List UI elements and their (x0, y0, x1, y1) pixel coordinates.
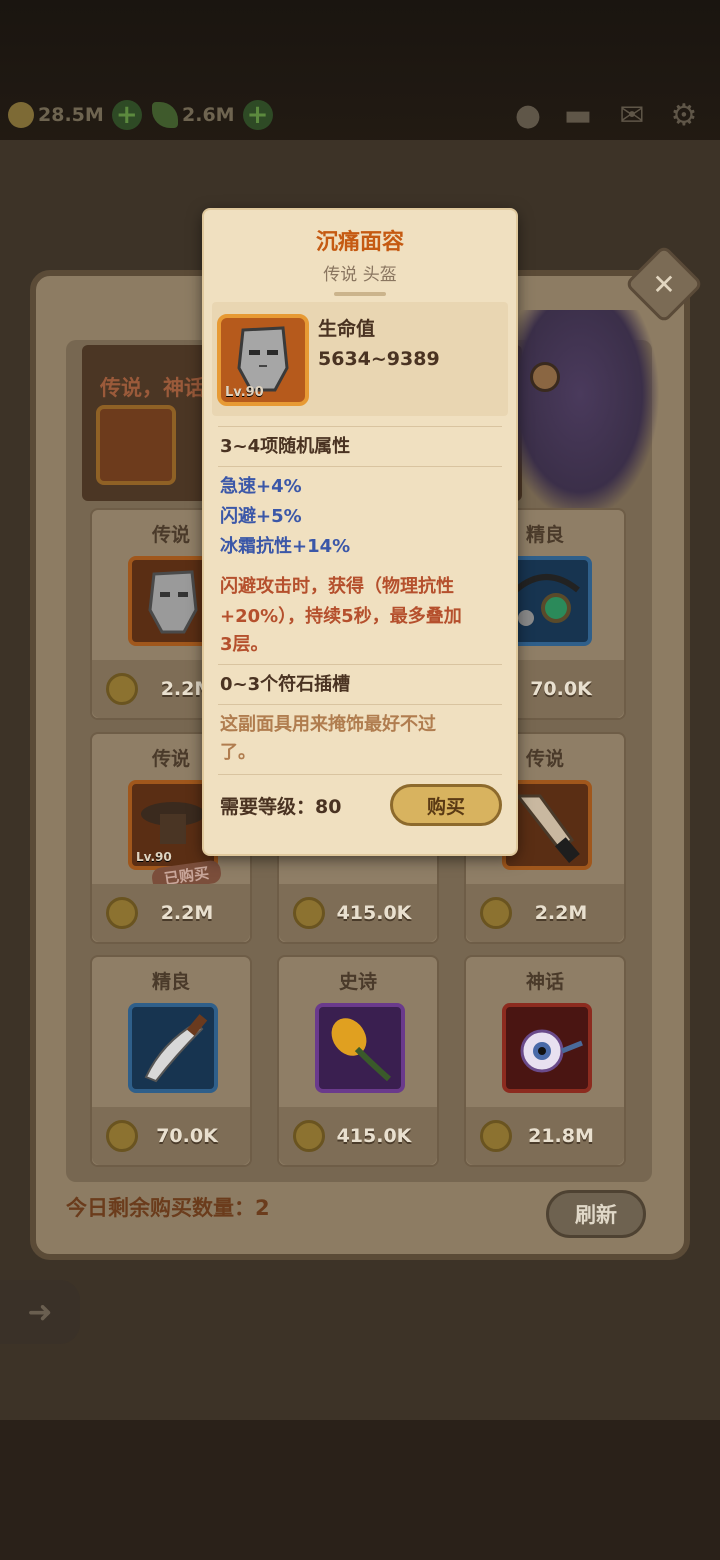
card-price: 2.2M (160, 902, 214, 924)
random-attr-heading: 3~4项随机属性 (220, 436, 351, 457)
item-level: Lv.90 (225, 385, 264, 400)
back-arrow-icon[interactable]: ➜ (0, 1280, 80, 1344)
price-row: 70.0K (92, 1107, 250, 1165)
buy-button[interactable]: 购买 (390, 784, 502, 826)
gold-coin-icon (480, 1120, 512, 1152)
shop-card-9[interactable]: 神话 21.8M (464, 955, 626, 1167)
price-row: 21.8M (466, 1107, 624, 1165)
gold-amount: 28.5M (38, 104, 104, 126)
shop-card-7[interactable]: 精良 70.0K (90, 955, 252, 1167)
torch-icon (315, 1003, 405, 1093)
stat-value: 5634~9389 (318, 348, 440, 370)
attr-frost-resist: 冰霜抗性+14% (220, 536, 351, 557)
divider (218, 426, 502, 427)
required-level: 需要等级：80 (220, 796, 342, 818)
attr-haste: 急速+4% (220, 476, 302, 497)
card-price: 70.0K (530, 678, 592, 700)
effect-line-2: +20%），持续5秒，最多叠加 (220, 606, 462, 627)
mask-icon: Lv.90 (217, 314, 309, 406)
top-bar (0, 0, 720, 160)
eye-icon (502, 1003, 592, 1093)
gold-coin-icon (8, 102, 34, 128)
merchant-character (500, 310, 660, 520)
gold-coin-icon (106, 673, 138, 705)
card-price: 415.0K (336, 1125, 412, 1147)
item-type: 传说 头盔 (323, 265, 397, 285)
divider (218, 774, 502, 775)
settings-gear-icon[interactable]: ⚙ (664, 96, 704, 134)
price-row: 415.0K (279, 1107, 437, 1165)
divider (218, 704, 502, 705)
gold-coin-icon (106, 1120, 138, 1152)
card-rarity: 史诗 (338, 971, 377, 993)
stat-label: 生命值 (318, 318, 376, 340)
price-row: 2.2M (466, 884, 624, 942)
gem-currency: 2.6M + (152, 98, 273, 132)
gold-coin-icon (106, 897, 138, 929)
effect-line-1: 闪避攻击时，获得（物理抗性 (220, 576, 454, 597)
card-price: 70.0K (156, 1125, 218, 1147)
desc-line-2: 了。 (220, 742, 256, 763)
merchant-eye (530, 362, 560, 392)
title-divider (334, 292, 386, 296)
gem-amount: 2.6M (182, 104, 235, 126)
card-rarity: 神话 (525, 971, 564, 993)
remaining-purchases: 今日剩余购买数量：2 (66, 1196, 270, 1220)
item-level: Lv.90 (136, 850, 172, 864)
divider (218, 466, 502, 467)
socket-heading: 0~3个符石插槽 (220, 674, 351, 695)
gold-currency: 28.5M + (8, 98, 142, 132)
effect-line-3: 3层。 (220, 634, 269, 655)
price-row: 415.0K (279, 884, 437, 942)
divider (218, 664, 502, 665)
chat-icon[interactable]: ▬ (558, 96, 598, 134)
add-gold-button[interactable]: + (111, 100, 142, 130)
price-row: 2.2M (92, 884, 250, 942)
desc-line-1: 这副面具用来掩饰最好不过 (220, 714, 436, 735)
card-rarity: 精良 (151, 971, 190, 993)
banner-text: 传说，神话 (100, 376, 205, 400)
item-name: 沉痛面容 (315, 230, 404, 255)
mail-icon[interactable]: ✉ (612, 96, 652, 134)
add-gem-button[interactable]: + (242, 100, 273, 130)
gold-coin-icon (293, 1120, 325, 1152)
card-price: 415.0K (336, 902, 412, 924)
gem-leaf-icon (152, 102, 178, 128)
item-tooltip: 沉痛面容 传说 头盔 Lv.90 生命值 5634~9389 3~4项随机属性 … (204, 210, 516, 854)
card-price: 2.2M (534, 902, 588, 924)
banner-item-staff (96, 405, 176, 485)
close-icon[interactable]: ✕ (636, 256, 692, 312)
refresh-button[interactable]: 刷新 (546, 1190, 646, 1238)
potion-icon[interactable]: ● (508, 96, 548, 134)
attr-dodge: 闪避+5% (220, 506, 302, 527)
gold-coin-icon (480, 897, 512, 929)
knife-icon (128, 1003, 218, 1093)
shop-card-8[interactable]: 史诗 415.0K (277, 955, 439, 1167)
card-price: 21.8M (528, 1125, 594, 1147)
gold-coin-icon (293, 897, 325, 929)
